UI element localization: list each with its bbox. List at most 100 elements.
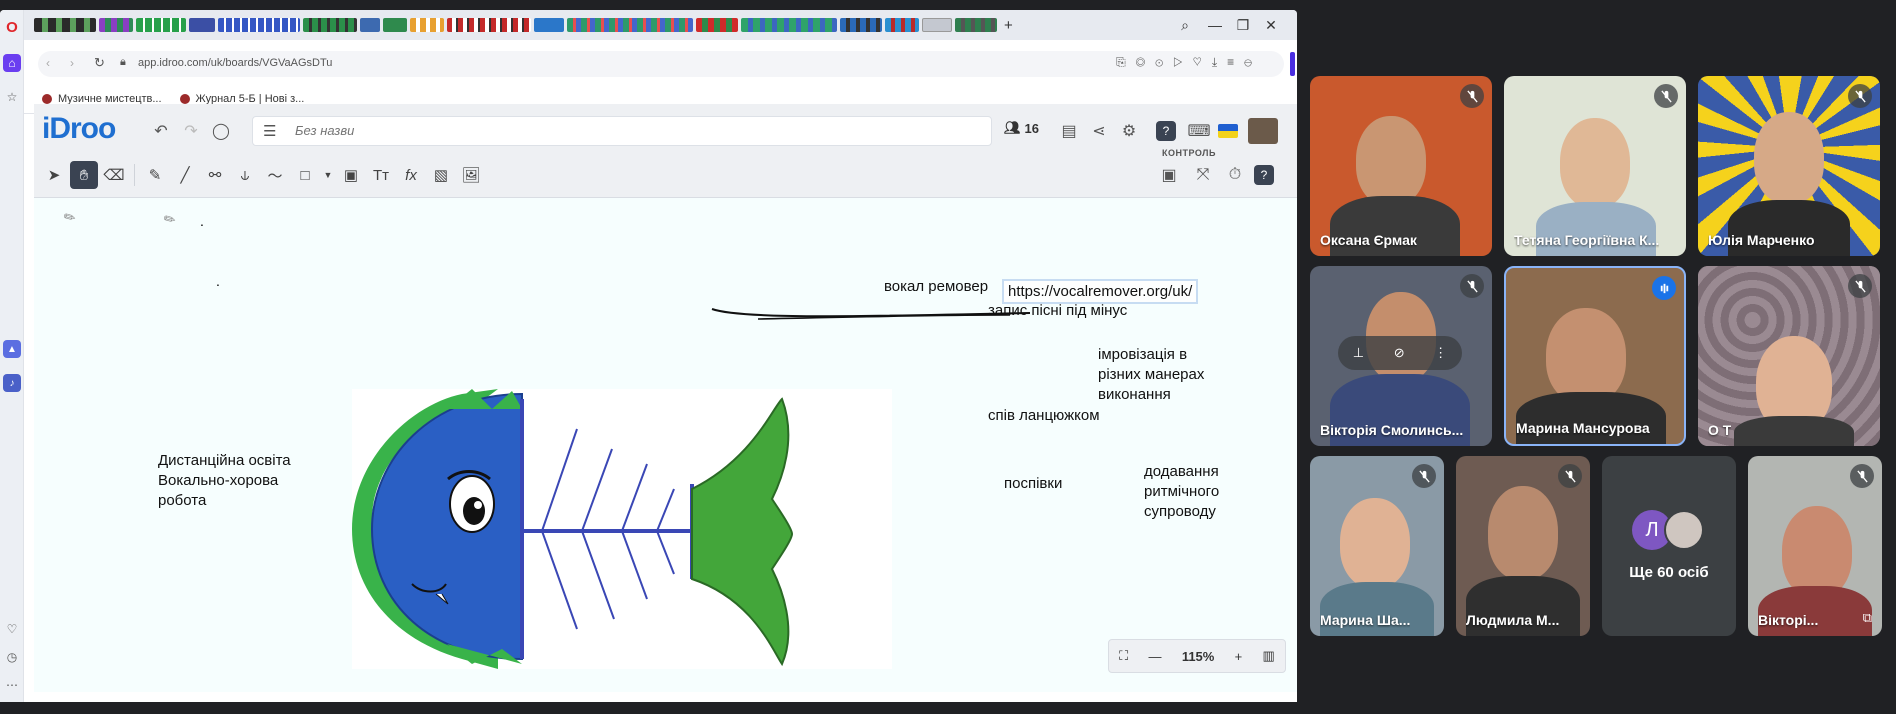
others-tile[interactable]: Л Ще 60 осіб [1602,456,1736,636]
note-improvisation[interactable]: імровізація в різних манерах виконання [1098,345,1204,405]
more-icon[interactable]: ⋮ [1434,345,1447,361]
url-box[interactable]: ‹ › ↻ 🔒︎ app.idroo.com/uk/boards/VGVaAGs… [38,51,1284,77]
tab[interactable] [218,18,300,32]
participant-tile[interactable]: Марина Ша... [1310,456,1444,636]
mute-icon[interactable]: ⊘ [1394,345,1405,361]
connector-icon[interactable]: ⚯ [201,161,229,189]
rectangle-icon[interactable]: □ [291,161,319,189]
home-icon[interactable]: ⌂ [3,54,21,72]
share-icon[interactable]: ⋖ [1086,118,1112,144]
settings-gear-icon[interactable]: ⚙ [1116,118,1142,144]
music-app-icon[interactable]: ♪ [3,374,21,392]
timer-icon[interactable]: ⏱ [1222,162,1248,188]
bookmark-music[interactable]: Музичне мистецтв... [42,93,162,105]
tab[interactable] [885,18,919,32]
reload-icon[interactable]: ↻ [94,55,105,71]
help-icon[interactable]: ? [1156,121,1176,141]
vector-icon[interactable]: ⫝ [231,161,259,189]
note-distance-education[interactable]: Дистанційна освіта Вокально-хорова робот… [158,451,291,511]
tab[interactable] [34,18,96,32]
tab[interactable] [136,18,186,32]
pen-icon[interactable]: ✎ [141,161,169,189]
line-icon[interactable]: ╱ [171,161,199,189]
sticky-note-icon[interactable]: ▣ [337,161,365,189]
board-title-input[interactable] [295,123,895,138]
participant-tile-speaking[interactable]: Марина Мансурова [1504,266,1686,446]
keyboard-icon[interactable]: ⌨ [1186,118,1212,144]
circle-icon[interactable]: ◯ [208,118,234,144]
back-icon[interactable]: ‹ [46,56,50,70]
hand-tool-icon[interactable]: ✋︎ [70,161,98,189]
note-chain-singing[interactable]: спів ланцюжком [988,406,1100,426]
help-icon[interactable]: ? [1254,165,1274,185]
chat-icon[interactable]: ▤ [1056,118,1082,144]
search-tabs-icon[interactable]: ⌕ [1176,17,1194,34]
tab[interactable] [741,18,837,32]
tab[interactable] [696,18,738,32]
more-icon[interactable]: ⋯ [3,676,21,694]
pin-icon[interactable]: ⊥ [1353,345,1364,361]
fish-image[interactable] [352,389,892,669]
opera-logo-icon[interactable]: O [3,18,21,36]
presenter-icon[interactable]: ▣ [1156,162,1182,188]
participant-tile[interactable]: О Т [1698,266,1880,446]
tab[interactable] [383,18,407,32]
history-icon[interactable]: ◷ [3,648,21,666]
participant-tile[interactable]: ⧉ Вікторі... [1748,456,1882,636]
tab[interactable] [189,18,215,32]
ukraine-flag-icon[interactable] [1218,124,1238,138]
idroo-logo[interactable]: iDroo [42,112,116,146]
eraser-icon[interactable]: ⌫ [100,161,128,189]
curve-icon[interactable]: 〜 [261,161,289,189]
participant-tile[interactable]: Людмила М... [1456,456,1590,636]
tab[interactable] [360,18,380,32]
url-text[interactable]: app.idroo.com/uk/boards/VGVaAGsDTu [138,57,332,69]
forward-icon[interactable]: › [70,56,74,70]
text-icon[interactable]: Tт [367,161,395,189]
participant-tile[interactable]: Тетяна Георгіївна К... [1504,76,1686,256]
tab[interactable] [840,18,882,32]
note-pospivky[interactable]: поспівки [1004,474,1062,494]
tab[interactable] [99,18,133,32]
focus-icon[interactable]: ⤧ [1190,162,1216,188]
bookmark-journal[interactable]: Журнал 5-Б | Нові з... [179,93,304,105]
app-icon[interactable]: ▲ [3,340,21,358]
new-tab-icon[interactable]: + [1004,17,1013,34]
participant-tile[interactable]: Юлія Марченко [1698,76,1880,256]
star-icon[interactable]: ☆ [3,88,21,106]
picture-in-picture-icon[interactable]: ⧉ [1863,610,1872,626]
redo-icon[interactable]: ↷ [178,118,204,144]
tab[interactable] [567,18,693,32]
fullscreen-icon[interactable]: ⛶ [1119,648,1128,664]
address-actions-icon[interactable]: ⎘◎⊙▷♡⤓≡⊖ [1116,55,1262,70]
minimize-icon[interactable]: — [1206,17,1224,33]
tab-active[interactable] [922,18,952,32]
sidebar-toggle[interactable] [1290,52,1295,76]
note-rhythm[interactable]: додавання ритмічного супроводу [1144,462,1219,522]
zoom-out-icon[interactable]: — [1149,649,1162,664]
chart-icon[interactable]: ▧ [427,161,455,189]
close-icon[interactable]: ✕ [1262,17,1280,34]
tab[interactable] [447,18,531,32]
image-icon[interactable]: 🖼︎ [457,161,485,189]
tab[interactable] [534,18,564,32]
select-tool-icon[interactable]: ➤ [40,161,68,189]
participant-tile[interactable]: Оксана Єрмак [1310,76,1492,256]
tile-controls[interactable]: ⊥ ⊘ ⋮ [1338,336,1462,370]
avatar[interactable] [1248,118,1278,144]
undo-icon[interactable]: ↶ [148,118,174,144]
note-vocal-remover[interactable]: вокал ремовер [884,277,988,297]
participant-tile[interactable]: ⊥ ⊘ ⋮ Вікторія Смолинсь... [1310,266,1492,446]
zoom-in-icon[interactable]: + [1235,649,1243,664]
menu-icon[interactable]: ☰ [263,122,276,140]
formula-icon[interactable]: fx [397,161,425,189]
heart-icon[interactable]: ♡ [3,620,21,638]
tab[interactable] [410,18,444,32]
tab[interactable] [303,18,357,32]
board-canvas[interactable]: ✎ ✎ . . вокал ремовер https://vocalremov… [34,199,1297,692]
participants-button[interactable]: 👥︎ 16 [1004,120,1039,136]
tab[interactable] [955,18,997,32]
map-icon[interactable]: ▥ [1263,648,1275,664]
maximize-icon[interactable]: ❐ [1234,17,1252,34]
chevron-down-icon[interactable]: ▼ [321,161,335,189]
